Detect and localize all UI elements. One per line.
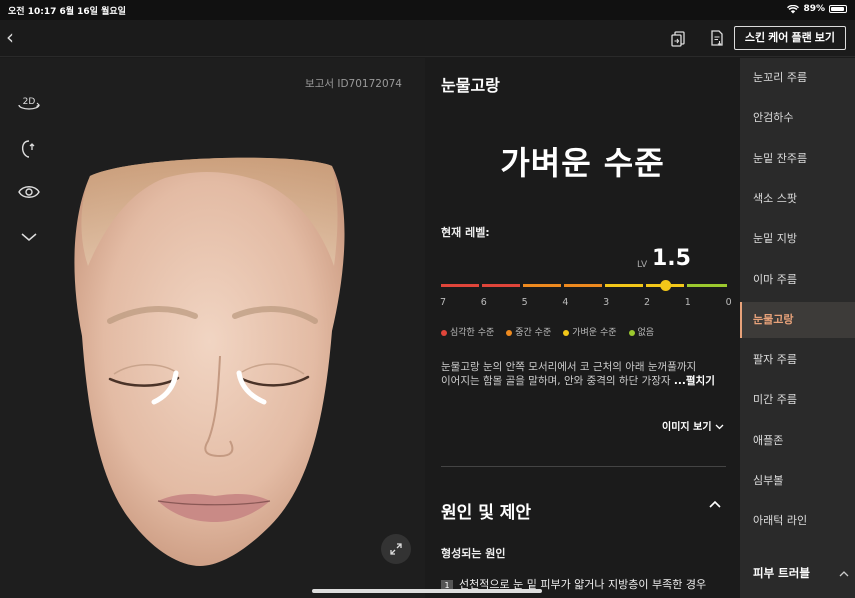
nav-item[interactable]: 색소 스팟 — [740, 181, 855, 217]
scale-segment — [523, 284, 561, 287]
lv-prefix: LV — [637, 260, 648, 270]
image-view-button[interactable]: 이미지 보기 — [662, 418, 724, 433]
nav-item[interactable]: 눈밑 지방 — [740, 221, 855, 257]
level-marker — [660, 280, 672, 291]
status-bar: 오전 10:17 6월 16일 월요일 89% — [0, 0, 855, 20]
description-line: 눈물고랑 눈의 안쪽 모서리에서 코 근처의 아래 눈꺼풀까지 — [441, 361, 697, 373]
divider — [441, 466, 726, 467]
eye-icon[interactable] — [15, 178, 43, 206]
cause-subtitle: 형성되는 원인 — [441, 547, 506, 560]
compare-report-icon[interactable] — [669, 28, 689, 48]
scale-number: 1 — [684, 297, 691, 308]
top-bar: ‹ 스킨 케어 플랜 보기 — [0, 20, 855, 57]
scale-number: 0 — [725, 297, 732, 308]
face-viewer-pane: 2D 보고서 ID70172074 — [0, 58, 425, 598]
chevron-down-icon[interactable] — [15, 223, 43, 251]
nav-item[interactable]: 심부볼 — [740, 463, 855, 499]
level-text: 가벼운 수준 — [500, 144, 665, 182]
nav-item[interactable]: 눈꼬리 주름 — [740, 60, 855, 96]
nav-item[interactable]: 팔자 주름 — [740, 342, 855, 378]
face-contour-icon[interactable] — [15, 135, 43, 163]
nav-item[interactable]: 이마 주름 — [740, 262, 855, 298]
legend: 심각한 수준 중간 수준 가벼운 수준 없음 — [441, 325, 654, 338]
face-image — [74, 157, 345, 566]
legend-dot — [506, 329, 513, 336]
nav-group-skin-trouble[interactable]: 피부 트러블 — [740, 555, 855, 591]
scale-segment — [564, 284, 602, 287]
wifi-icon — [787, 4, 800, 13]
svg-text:2D: 2D — [23, 97, 36, 107]
scale-number: 7 — [439, 297, 447, 308]
scale-number: 2 — [643, 297, 651, 308]
legend-dot — [563, 329, 570, 336]
export-document-icon[interactable] — [707, 28, 727, 48]
legend-item: 없음 — [628, 325, 654, 338]
lv-value: 1.5 — [652, 246, 691, 271]
nav-item[interactable]: 눈밑 잔주름 — [740, 141, 855, 177]
description: 눈물고랑 눈의 안쪽 모서리에서 코 근처의 아래 눈꺼풀까지 이어지는 함몰 … — [441, 360, 731, 388]
scale-number: 6 — [480, 297, 487, 308]
battery-icon — [829, 5, 847, 13]
legend-item: 중간 수준 — [506, 325, 551, 338]
scale-number: 5 — [521, 297, 528, 308]
legend-item: 심각한 수준 — [441, 325, 494, 338]
nav-item[interactable]: 아래턱 라인 — [740, 503, 855, 539]
nav-item[interactable]: 미간 주름 — [740, 382, 855, 418]
chevron-up-icon[interactable] — [708, 500, 722, 509]
detail-pane: 눈물고랑 가벼운 수준 현재 레벨: LV 1.5 7 6 5 4 3 2 1 0 심각한 수… — [425, 58, 740, 598]
legend-item: 가벼운 수준 — [563, 325, 617, 338]
category-nav: 눈꼬리 주름안검하수눈밑 잔주름색소 스팟눈밑 지방이마 주름 눈물고랑팔자 주름… — [740, 58, 855, 598]
scale-segment — [441, 284, 479, 287]
expand-icon — [390, 543, 402, 555]
report-id: 보고서 ID70172074 — [305, 78, 402, 90]
status-right: 89% — [787, 4, 847, 14]
legend-dot — [628, 329, 635, 336]
battery-percent: 89% — [803, 4, 825, 14]
nav-item[interactable]: 안검하수 — [740, 100, 855, 136]
section-title: 눈물고랑 — [441, 76, 500, 95]
status-time: 오전 10:17 6월 16일 월요일 — [8, 7, 126, 17]
legend-dot — [441, 329, 447, 336]
scale-number: 4 — [562, 297, 569, 308]
level-scale — [441, 280, 727, 291]
scale-segment — [687, 284, 727, 287]
chevron-up-icon — [839, 571, 849, 577]
cause-section-title: 원인 및 제안 — [441, 503, 532, 523]
current-level-label: 현재 레벨: — [441, 226, 490, 239]
description-line: 이어지는 함몰 골을 말하며, 안와 중격의 하단 가장자 ...펼치기 — [441, 375, 715, 387]
scale-segment — [482, 284, 520, 287]
nav-item[interactable]: 애플존 — [740, 423, 855, 459]
expand-view-button[interactable] — [381, 534, 411, 564]
back-chevron-icon[interactable]: ‹ — [6, 26, 14, 48]
home-indicator — [312, 589, 542, 593]
chevron-down-icon — [715, 424, 724, 430]
scale-segment — [605, 284, 643, 287]
rotate-2d-icon[interactable]: 2D — [15, 90, 43, 118]
expand-text-link[interactable]: ...펼치기 — [674, 375, 715, 387]
skin-care-plan-button[interactable]: 스킨 케어 플랜 보기 — [733, 26, 846, 50]
nav-item[interactable]: 눈물고랑 — [740, 301, 855, 338]
scale-number: 3 — [603, 297, 610, 308]
